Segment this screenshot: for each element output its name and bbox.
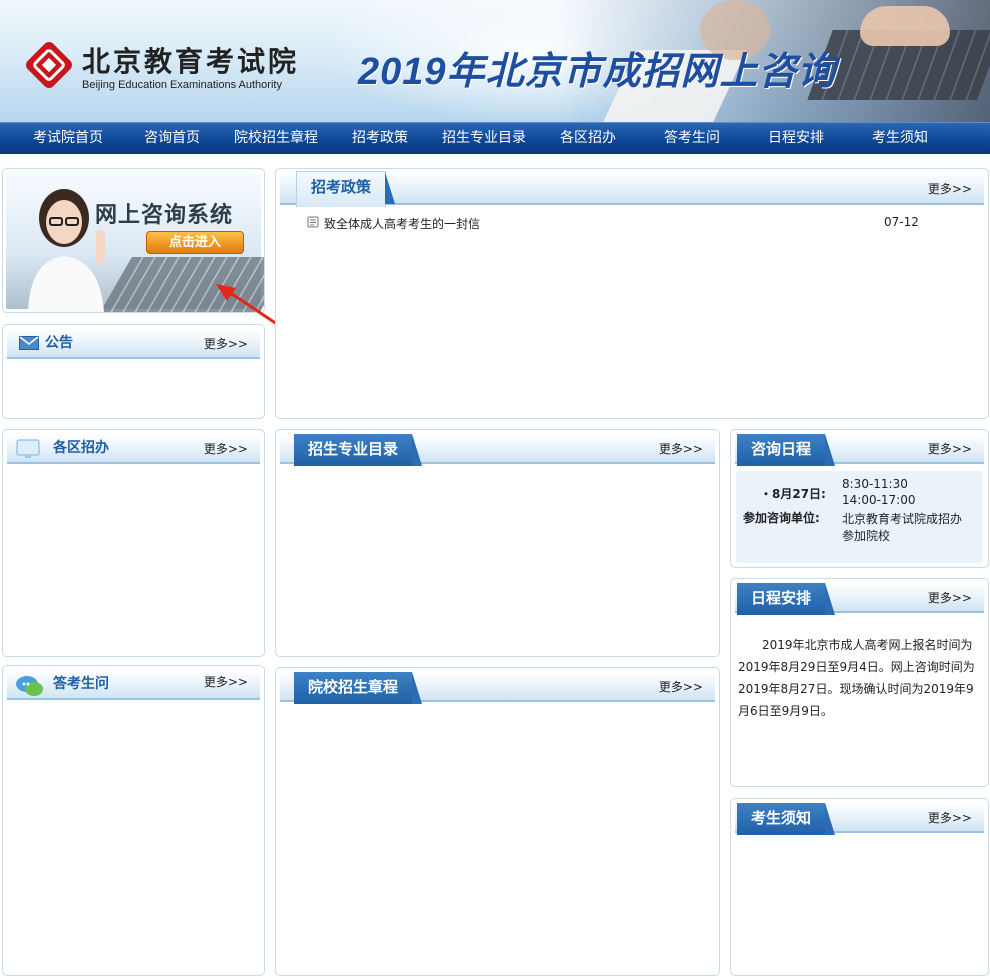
- majors-more-link[interactable]: 更多>>: [659, 434, 703, 464]
- notice-title: 公告: [45, 335, 73, 351]
- nav-item-charter[interactable]: 院校招生章程: [226, 123, 326, 155]
- envelope-icon: [19, 336, 39, 350]
- charter-more-link[interactable]: 更多>>: [659, 672, 703, 702]
- qa-more-link[interactable]: 更多>>: [204, 667, 248, 697]
- schedule-time-afternoon: 14:00-17:00: [842, 493, 916, 507]
- qa-header: 答考生问 更多>>: [7, 670, 260, 700]
- site-header: 北京教育考试院 Beijing Education Examinations A…: [0, 0, 990, 122]
- majors-header: 招生专业目录 更多>>: [280, 434, 715, 466]
- notice-more-link[interactable]: 更多>>: [204, 329, 248, 359]
- tab-must-know[interactable]: 考生须知: [737, 803, 836, 835]
- main-nav: 考试院首页 咨询首页 院校招生章程 招考政策 招生专业目录 各区招办 答考生问 …: [0, 122, 990, 154]
- schedule-unit-label: 参加咨询单位:: [743, 511, 820, 525]
- notice-box: 公告 更多>>: [2, 324, 265, 419]
- document-icon: [307, 216, 319, 228]
- schedule-time-morning: 8:30-11:30: [842, 477, 908, 491]
- nav-item-majors[interactable]: 招生专业目录: [434, 123, 534, 155]
- qa-box: 答考生问 更多>>: [2, 665, 265, 976]
- district-header: 各区招办 更多>>: [7, 434, 260, 464]
- schedule-more-link[interactable]: 更多>>: [928, 583, 972, 613]
- must-know-more-link[interactable]: 更多>>: [928, 803, 972, 833]
- monitor-icon: [16, 439, 40, 458]
- qa-title: 答考生问: [53, 676, 109, 692]
- must-know-header: 考生须知 更多>>: [735, 803, 984, 835]
- nav-item-qa[interactable]: 答考生问: [652, 123, 732, 155]
- nav-item-policy[interactable]: 招考政策: [340, 123, 420, 155]
- tab-charter[interactable]: 院校招生章程: [294, 672, 423, 704]
- nav-item-must-know[interactable]: 考生须知: [860, 123, 940, 155]
- tab-policy[interactable]: 招考政策: [296, 171, 396, 207]
- majors-box: 招生专业目录 更多>>: [275, 429, 720, 657]
- enter-button[interactable]: 点击进入: [146, 231, 244, 254]
- logo-icon[interactable]: [24, 40, 74, 90]
- consult-schedule-header: 咨询日程 更多>>: [735, 434, 984, 466]
- policy-box: 招考政策 更多>> 致全体成人高考考生的一封信 07-12: [275, 168, 989, 419]
- schedule-unit-1: 北京教育考试院成招办: [842, 512, 963, 526]
- banner-title: 2019年北京市成招网上咨询: [358, 51, 837, 93]
- charter-box: 院校招生章程 更多>>: [275, 667, 720, 976]
- policy-more-link[interactable]: 更多>>: [928, 174, 972, 204]
- charter-header: 院校招生章程 更多>>: [280, 672, 715, 704]
- notice-header: 公告 更多>>: [7, 329, 260, 359]
- district-box: 各区招办 更多>>: [2, 429, 265, 657]
- schedule-header: 日程安排 更多>>: [735, 583, 984, 615]
- policy-header: 招考政策 更多>>: [280, 171, 984, 207]
- header-hand-image: [860, 6, 950, 46]
- tab-consult-schedule[interactable]: 咨询日程: [737, 434, 836, 466]
- news-date: 07-12: [884, 215, 919, 229]
- schedule-paragraph: 2019年北京市成人高考网上报名时间为2019年8月29日至9月4日。网上咨询时…: [738, 638, 975, 718]
- logo-subtitle: Beijing Education Examinations Authority: [82, 79, 282, 91]
- must-know-box: 考生须知 更多>>: [730, 798, 989, 976]
- news-link[interactable]: 致全体成人高考考生的一封信: [324, 215, 480, 232]
- consult-system-title: 网上咨询系统: [95, 203, 234, 228]
- schedule-unit-2: 参加院校: [842, 529, 891, 543]
- chat-bubble-icon: [16, 676, 43, 696]
- consult-schedule-more-link[interactable]: 更多>>: [928, 434, 972, 464]
- tab-majors[interactable]: 招生专业目录: [294, 434, 423, 466]
- nav-item-home[interactable]: 考试院首页: [20, 123, 116, 155]
- tab-schedule[interactable]: 日程安排: [737, 583, 836, 615]
- nav-item-schedule[interactable]: 日程安排: [756, 123, 836, 155]
- nav-item-district[interactable]: 各区招办: [548, 123, 628, 155]
- nav-item-consult-home[interactable]: 咨询首页: [128, 123, 216, 155]
- logo-text[interactable]: 北京教育考试院: [82, 40, 299, 80]
- schedule-date: ・8月27日:: [760, 487, 826, 501]
- district-more-link[interactable]: 更多>>: [204, 434, 248, 464]
- district-title: 各区招办: [53, 440, 109, 456]
